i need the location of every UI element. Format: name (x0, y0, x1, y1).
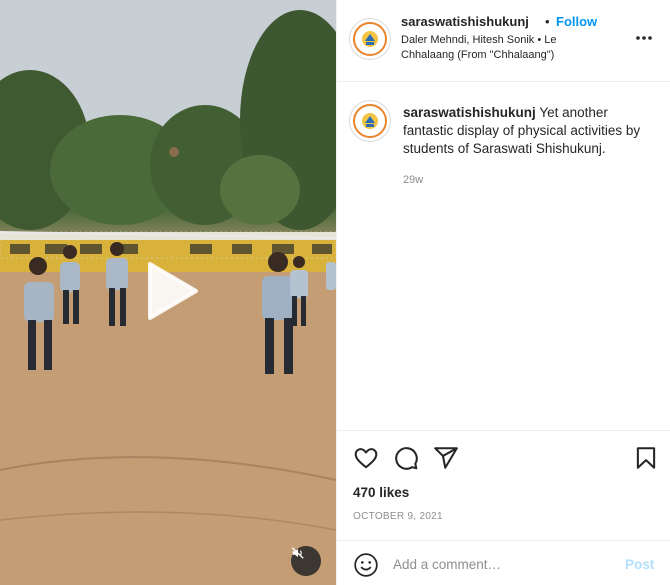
caption-username[interactable]: saraswatishishukunj (403, 105, 536, 120)
heart-icon (354, 448, 378, 469)
mute-toggle-button[interactable] (291, 546, 321, 576)
emoji-icon (354, 553, 378, 577)
post-header: saraswatishishukunj • Follow Daler Mehnd… (337, 0, 670, 82)
header-avatar[interactable] (349, 18, 391, 60)
muted-speaker-icon (291, 547, 304, 559)
more-options-button[interactable] (633, 28, 655, 48)
save-button[interactable] (633, 445, 659, 471)
comment-button[interactable] (393, 445, 419, 471)
play-icon (148, 262, 198, 320)
like-button[interactable] (353, 445, 379, 471)
post-comment-button[interactable]: Post (625, 557, 654, 572)
instagram-post-dialog: saraswatishishukunj • Follow Daler Mehnd… (0, 0, 670, 585)
comment-input[interactable] (393, 554, 613, 574)
post-video[interactable] (0, 0, 336, 585)
caption-avatar[interactable] (349, 100, 391, 142)
school-logo-icon (353, 22, 387, 56)
play-button[interactable] (138, 258, 204, 324)
emoji-button[interactable] (353, 552, 379, 578)
post-caption: saraswatishishukunj Yet another fantasti… (403, 104, 658, 158)
separator-dot: • (545, 14, 550, 29)
school-logo-icon (353, 104, 387, 138)
more-options-icon (636, 36, 652, 40)
comment-icon (395, 447, 418, 470)
header-username[interactable]: saraswatishishukunj (401, 14, 529, 29)
audio-attribution[interactable]: Daler Mehndi, Hitesh Sonik • Le Chhalaan… (401, 33, 601, 63)
post-age[interactable]: 29w (403, 174, 423, 186)
follow-button[interactable]: Follow (556, 14, 597, 29)
share-icon (434, 447, 458, 469)
like-count[interactable]: 470 likes (353, 485, 409, 500)
comment-bar: Post (337, 540, 670, 585)
action-bar: 470 likes OCTOBER 9, 2021 (337, 430, 670, 540)
bookmark-icon (636, 447, 656, 469)
share-button[interactable] (433, 445, 459, 471)
post-sidebar: saraswatishishukunj • Follow Daler Mehnd… (336, 0, 670, 585)
post-date: OCTOBER 9, 2021 (353, 511, 443, 522)
